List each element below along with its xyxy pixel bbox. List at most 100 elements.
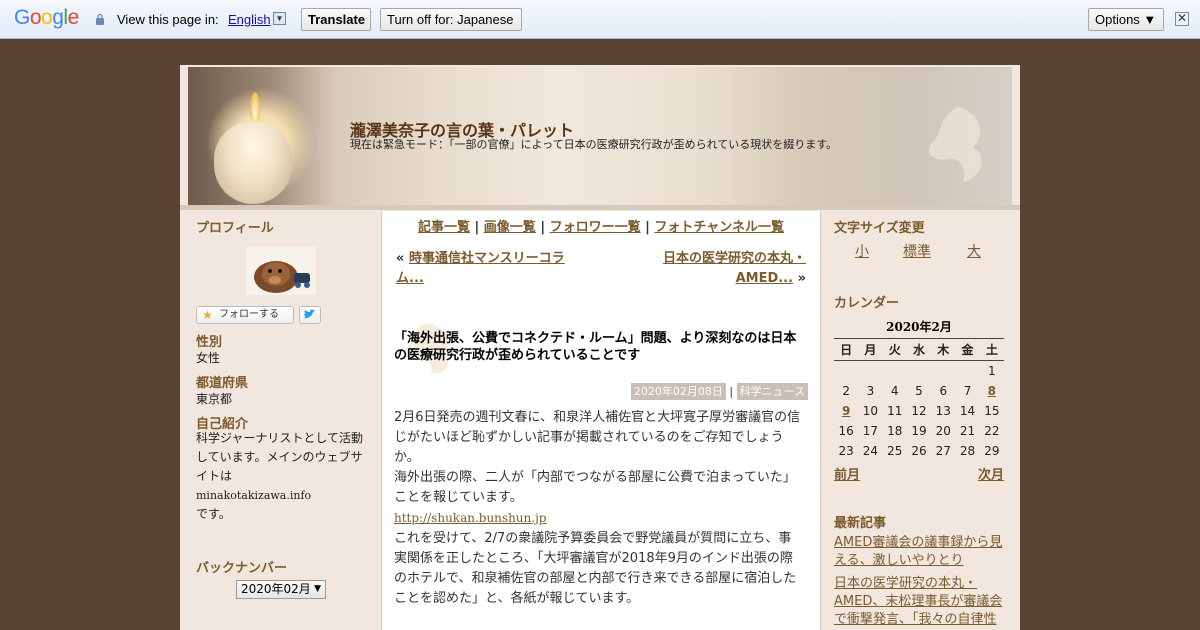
- prev-article-link[interactable]: 時事通信社マンスリーコラム...: [396, 251, 565, 286]
- nav-separator: |: [540, 220, 546, 235]
- font-normal-link[interactable]: 標準: [903, 241, 931, 261]
- twitter-icon: [304, 309, 316, 319]
- calendar-day: 7: [963, 384, 972, 398]
- calendar-day: 29: [984, 444, 1000, 458]
- article-paragraph: 海外出張の際、二人が「内部でつながる部屋に公費で泊まっていた」ことを報じています…: [394, 470, 796, 505]
- article-date[interactable]: 2020年02月08日: [630, 383, 726, 400]
- header-divider: [180, 205, 1020, 210]
- calendar-day: 27: [935, 444, 951, 458]
- calendar-week: 23 24 25 26 27 28 29: [834, 441, 1004, 461]
- next-arrow: »: [797, 271, 806, 286]
- follow-button[interactable]: ★ フォローする: [196, 306, 294, 324]
- article-title[interactable]: 「海外出張、公費でコネクテド・ルーム」問題、より深刻なのは日本の医療研究行政が歪…: [394, 330, 808, 364]
- backnumber-heading: バックナンバー: [196, 561, 288, 576]
- next-month-link[interactable]: 次月: [978, 464, 1004, 483]
- calendar-day: [883, 361, 907, 382]
- calendar-day: 2: [842, 384, 850, 398]
- prev-article: « 時事通信社マンスリーコラム...: [396, 249, 576, 289]
- calendar-week: 16 17 18 19 20 21 22: [834, 421, 1004, 441]
- nav-images[interactable]: 画像一覧: [484, 220, 536, 235]
- nav-photo-channel[interactable]: フォトチャンネル一覧: [654, 220, 784, 235]
- font-large-link[interactable]: 大: [967, 241, 981, 261]
- calendar-day: 3: [866, 384, 875, 398]
- boar-avatar-icon: [246, 247, 316, 295]
- article-paragraph: これを受けて、2/7の衆議院予算委員会で野党議員が質問に立ち、事実関係を正したと…: [394, 531, 797, 606]
- close-icon[interactable]: ✕: [1175, 12, 1189, 26]
- chevron-down-icon[interactable]: ▼: [273, 12, 286, 25]
- article-paragraph: 2月6日発売の週刊文春に、和泉洋人補佐官と大坪寛子厚労審議官の信じがたいほど恥ず…: [394, 410, 801, 465]
- calendar-caption: 2020年2月: [886, 320, 952, 334]
- calendar-day: 19: [911, 424, 927, 438]
- calendar-day-link[interactable]: 9: [834, 401, 858, 421]
- calendar-weekday: 金: [955, 338, 980, 361]
- calendar-day: 12: [911, 404, 927, 418]
- next-article-link[interactable]: 日本の医学研究の本丸・AMED...: [663, 251, 806, 286]
- recent-article-link[interactable]: 日本の医学研究の本丸・AMED、末松理事長が審議会で衝撃発言、「我々の自律性: [834, 575, 1006, 629]
- goldfish-decoration-icon: [928, 107, 982, 182]
- view-page-label: View this page in:: [117, 12, 219, 27]
- gender-label: 性別: [196, 335, 223, 350]
- calendar-weekday: 水: [906, 338, 932, 361]
- calendar-heading: カレンダー: [834, 296, 900, 311]
- calendar-weekday: 日: [834, 338, 859, 361]
- options-button[interactable]: Options ▼: [1088, 8, 1164, 31]
- nav-separator: |: [645, 220, 650, 235]
- calendar-day: [834, 361, 858, 382]
- prefecture-label: 都道府県: [196, 376, 249, 391]
- recent-heading: 最新記事: [834, 516, 887, 531]
- meta-separator: |: [729, 385, 734, 398]
- calendar-day: [858, 361, 882, 382]
- recent-list: AMED審議会の議事録から見える、激しいやりとり 日本の医学研究の本丸・AMED…: [834, 534, 1006, 629]
- calendar-day: 24: [862, 444, 879, 458]
- google-logo: Google: [14, 6, 79, 29]
- backnumber-select[interactable]: 2020年02月 ▼: [236, 580, 326, 599]
- article-category[interactable]: 科学ニュース: [736, 383, 808, 400]
- twitter-button[interactable]: [299, 306, 321, 324]
- turn-off-button[interactable]: Turn off for: Japanese: [380, 8, 522, 31]
- intro-tail: です。: [196, 507, 231, 521]
- main-content: 記事一覧 | 画像一覧 | フォロワー一覧 | フォトチャンネル一覧 « 時事通…: [381, 211, 821, 630]
- calendar-day: 15: [984, 404, 1000, 418]
- nav-followers[interactable]: フォロワー一覧: [550, 220, 641, 235]
- calendar-day: [931, 361, 955, 382]
- intro-text: 科学ジャーナリストとして活動しています。メインのウェブサイトは minakota…: [196, 429, 368, 524]
- calendar-weekdays: 日月火水木金土: [834, 338, 1004, 361]
- translate-button[interactable]: Translate: [301, 8, 371, 31]
- calendar-day: 25: [887, 444, 903, 458]
- prev-arrow: «: [396, 251, 405, 266]
- site-description: 現在は緊急モード：「一部の官僚」によって日本の医療研究行政が歪められている現状を…: [350, 138, 838, 151]
- chevron-down-icon: ▼: [314, 584, 321, 594]
- calendar-week: 1: [834, 361, 1004, 382]
- translate-bar: Google View this page in: English ▼ Tran…: [0, 0, 1200, 39]
- calendar-day: 26: [911, 444, 927, 458]
- calendar-day: 11: [887, 404, 903, 418]
- calendar-day: 10: [862, 404, 879, 418]
- prefecture-value: 東京都: [196, 392, 233, 406]
- intro-body: 科学ジャーナリストとして活動しています。メインのウェブサイトは: [196, 431, 364, 483]
- calendar-day: 28: [959, 444, 976, 458]
- calendar-day-link[interactable]: 8: [980, 381, 1004, 401]
- calendar-table: 日月火水木金土 1 2 3 4 5 6 7 8 9 10 11 12 13 14 15 16 17 18 19 20 2…: [834, 338, 1004, 461]
- article-link[interactable]: http://shukan.bunshun.jp: [394, 511, 546, 525]
- calendar-day: 18: [887, 424, 903, 438]
- backnumber-value: 2020年02月: [241, 582, 311, 596]
- next-article: 日本の医学研究の本丸・AMED... »: [626, 249, 806, 289]
- follow-label: フォローする: [219, 309, 279, 320]
- prev-month-link[interactable]: 前月: [834, 464, 860, 483]
- calendar-day: 20: [935, 424, 951, 438]
- calendar-day: 13: [935, 404, 951, 418]
- font-size-heading: 文字サイズ変更: [834, 221, 925, 236]
- calendar-weekday: 土: [979, 338, 1004, 361]
- nav-articles[interactable]: 記事一覧: [418, 220, 470, 235]
- calendar-day: 17: [862, 424, 879, 438]
- recent-article-link[interactable]: AMED審議会の議事録から見える、激しいやりとり: [834, 534, 1006, 570]
- avatar[interactable]: [246, 247, 316, 295]
- nav-separator: |: [474, 220, 480, 235]
- intro-site: minakotakizawa.info: [196, 489, 312, 502]
- font-small-link[interactable]: 小: [855, 241, 869, 261]
- calendar-day: 1: [988, 364, 996, 378]
- calendar-day: 23: [838, 444, 854, 458]
- lock-icon: [96, 13, 104, 25]
- calendar-week: 9 10 11 12 13 14 15: [834, 401, 1004, 421]
- language-select[interactable]: English: [228, 12, 271, 27]
